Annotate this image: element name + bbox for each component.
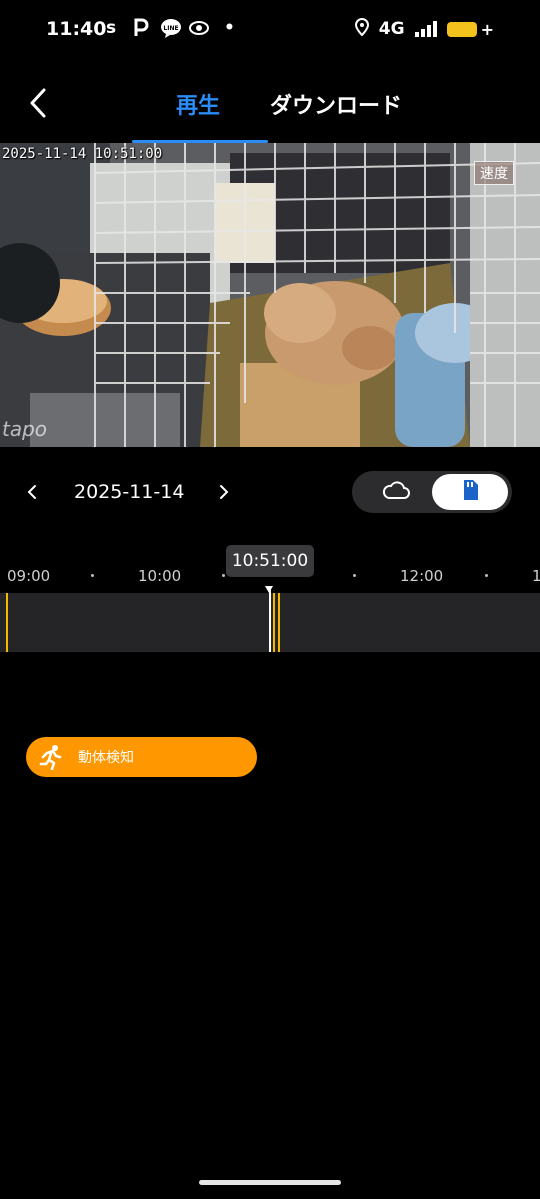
cloud-storage-option[interactable] — [362, 471, 430, 513]
timeline-playhead[interactable] — [269, 590, 271, 652]
tick-label-1200: 12:00 — [400, 567, 444, 585]
motion-detection-chip[interactable]: 動体検知 — [26, 737, 257, 777]
tick-dot — [353, 574, 356, 577]
notification-s-icon: s — [106, 18, 117, 38]
tick-dot — [91, 574, 94, 577]
network-type: 4G — [378, 19, 405, 39]
eye-icon — [188, 18, 210, 43]
tab-download[interactable]: ダウンロード — [270, 88, 402, 120]
tick-label-0900: 09:00 — [7, 567, 51, 585]
current-time-tooltip: 10:51:00 — [226, 545, 314, 577]
video-timestamp: 2025-11-14 10:51:00 — [2, 146, 163, 162]
back-button[interactable] — [24, 86, 56, 120]
line-app-icon: LINE — [160, 18, 182, 43]
camera-feed-image — [0, 143, 540, 447]
status-time: 11:40 — [46, 18, 107, 40]
tick-dot — [222, 574, 225, 577]
next-day-button[interactable] — [214, 480, 234, 504]
tab-playback[interactable]: 再生 — [176, 88, 220, 120]
motion-detection-label: 動体検知 — [78, 750, 134, 766]
signal-icon — [414, 21, 437, 37]
status-bar: 11:40 s LINE • 4G + — [0, 0, 540, 62]
svg-text:LINE: LINE — [163, 25, 178, 32]
tick-dot — [485, 574, 488, 577]
location-icon — [354, 17, 369, 40]
previous-day-button[interactable] — [22, 480, 42, 504]
storage-source-toggle — [352, 471, 512, 513]
tick-label-1000: 10:00 — [138, 567, 182, 585]
home-indicator[interactable] — [199, 1180, 341, 1185]
charging-indicator: + — [480, 19, 494, 39]
notification-dot: • — [224, 18, 235, 38]
cloud-icon — [381, 479, 411, 505]
running-person-icon — [38, 744, 64, 771]
recording-segment[interactable] — [278, 593, 280, 652]
battery-icon — [446, 21, 477, 37]
recording-segment[interactable] — [273, 593, 275, 652]
notification-p-icon — [133, 18, 151, 43]
tick-label-partial: 1 — [532, 567, 540, 585]
video-player[interactable]: 2025-11-14 10:51:00 速度 tapo — [0, 143, 540, 447]
recording-segment[interactable] — [6, 593, 8, 652]
status-right-group: 4G + — [354, 17, 494, 40]
tapo-watermark: tapo — [2, 417, 48, 441]
selected-date[interactable]: 2025-11-14 — [74, 481, 184, 503]
speed-button[interactable]: 速度 — [474, 161, 514, 185]
sd-card-option[interactable] — [432, 474, 508, 510]
sd-card-icon — [460, 478, 480, 506]
